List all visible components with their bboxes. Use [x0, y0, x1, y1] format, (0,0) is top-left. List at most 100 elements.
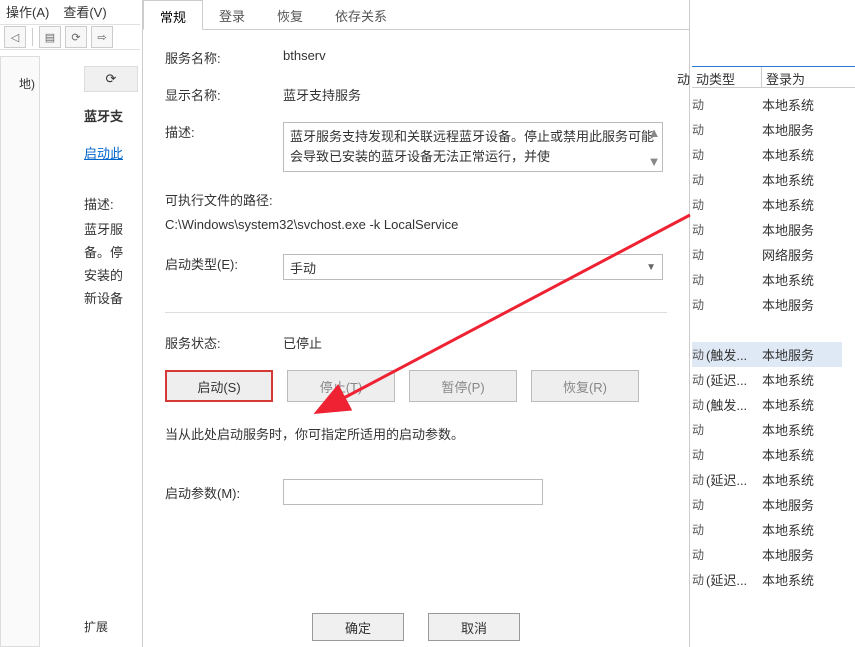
table-row[interactable]: 动本地服务 [692, 117, 842, 142]
stop-button: 停止(T) [287, 370, 395, 402]
properties-dialog: 常规 登录 恢复 依存关系 服务名称: bthserv 显示名称: 蓝牙支持服务… [142, 0, 690, 647]
cell-logon-as: 本地系统 [762, 445, 842, 464]
cell-status-cut: 动 [692, 371, 706, 388]
desc-label: 描述: [84, 194, 144, 213]
tree-node-cut[interactable]: 地) [19, 75, 35, 92]
exe-path-value: C:\Windows\system32\svchost.exe -k Local… [165, 217, 667, 232]
start-button[interactable]: 启动(S) [165, 370, 273, 402]
start-param-input[interactable] [283, 479, 543, 505]
cell-logon-as: 本地系统 [762, 195, 842, 214]
dialog-tabs: 常规 登录 恢复 依存关系 [143, 0, 689, 30]
cell-status-cut: 动 [692, 146, 706, 163]
cell-logon-as: 本地服务 [762, 120, 842, 139]
cell-startup-type: (延迟... [706, 370, 762, 389]
table-row[interactable]: 动 本地服务 [692, 292, 842, 317]
menu-action[interactable]: 操作(A) [6, 2, 49, 20]
resume-button: 恢复(R) [531, 370, 639, 402]
cell-status-cut: 动 [692, 346, 706, 363]
table-row[interactable]: 动(延迟...本地系统 [692, 567, 842, 592]
table-row[interactable]: 动(延迟...本地系统 [692, 467, 842, 492]
service-name-label: 服务名称: [165, 48, 283, 67]
cell-logon-as: 本地系统 [762, 395, 842, 414]
cell-logon-as: 本地系统 [762, 470, 842, 489]
table-row[interactable]: 动 本地系统 [692, 417, 842, 442]
cell-status-cut: 动 [692, 496, 706, 513]
table-row[interactable]: 动 本地系统 [692, 192, 842, 217]
table-row[interactable]: 动 本地系统 [692, 267, 842, 292]
tb-list-icon[interactable]: ▤ [39, 26, 61, 48]
table-row[interactable]: 动 网络服务 [692, 242, 842, 267]
table-row[interactable]: 动 本地系统 [692, 442, 842, 467]
table-row[interactable]: 动(延迟...本地系统 [692, 367, 842, 392]
table-row[interactable]: 动本地服务 [692, 217, 842, 242]
scrollbar[interactable]: ▲▼ [646, 123, 662, 171]
cell-logon-as: 本地服务 [762, 295, 842, 314]
table-row[interactable]: 动本地服务 [692, 492, 842, 517]
startup-type-combo[interactable]: 手动 ▼ [283, 254, 663, 280]
col-logon-as[interactable]: 登录为 [762, 67, 855, 87]
cell-status-cut: 动 [692, 96, 706, 113]
table-header: 动 动类型 登录为 [692, 66, 855, 88]
chevron-up-icon: ▲ [648, 123, 661, 143]
cell-logon-as: 本地系统 [762, 570, 842, 589]
tb-back-icon[interactable]: ◁ [4, 26, 26, 48]
chevron-down-icon: ▼ [648, 152, 661, 172]
cell-logon-as: 网络服务 [762, 245, 842, 264]
cancel-button[interactable]: 取消 [428, 613, 520, 641]
cell-status-cut: 动 [692, 246, 706, 263]
cell-startup-type: (触发... [706, 395, 762, 414]
menubar: 操作(A) 查看(V) [0, 0, 113, 22]
tab-general[interactable]: 常规 [143, 0, 203, 30]
cell-status-cut: 动 [692, 421, 706, 438]
table-row[interactable]: 动本地系统 [692, 92, 842, 117]
tab-deps[interactable]: 依存关系 [319, 0, 403, 30]
menu-view[interactable]: 查看(V) [63, 2, 106, 20]
left-detail-panel: ⟳ 蓝牙支 启动此 描述: 蓝牙服 备。停 安装的 新设备 扩展 [84, 66, 144, 311]
startup-type-value: 手动 [290, 258, 316, 277]
tb-export-icon[interactable]: ⇨ [91, 26, 113, 48]
cell-logon-as: 本地服务 [762, 545, 842, 564]
table-row[interactable]: 动(触发...本地系统 [692, 392, 842, 417]
chevron-down-icon: ▼ [646, 262, 656, 273]
tab-logon[interactable]: 登录 [203, 0, 261, 30]
table-row[interactable]: 动本地系统 [692, 167, 842, 192]
start-param-label: 启动参数(M): [165, 483, 265, 502]
desc-text-cut: 备。停 [84, 242, 144, 261]
cell-logon-as: 本地系统 [762, 420, 842, 439]
cell-logon-as: 本地系统 [762, 520, 842, 539]
table-row[interactable]: 动 本地系统 [692, 142, 842, 167]
cell-status-cut: 动 [692, 571, 706, 588]
col-cut: 动 [677, 69, 690, 88]
table-row[interactable]: 动本地系统 [692, 517, 842, 542]
exe-path-label: 可执行文件的路径: [165, 190, 667, 209]
tb-refresh-icon[interactable]: ⟳ [65, 26, 87, 48]
cell-status-cut: 动 [692, 296, 706, 313]
cell-startup-type: (触发... [706, 345, 762, 364]
start-link[interactable]: 启动此 [84, 143, 144, 162]
cell-status-cut: 动 [692, 221, 706, 238]
service-state-label: 服务状态: [165, 333, 283, 352]
desc-text-cut: 安装的 [84, 265, 144, 284]
cell-status-cut: 动 [692, 196, 706, 213]
pause-button: 暂停(P) [409, 370, 517, 402]
table-row[interactable]: 动 本地服务 [692, 542, 842, 567]
toolbar: ◁ ▤ ⟳ ⇨ [0, 24, 140, 50]
col-startup-type[interactable]: 动类型 [692, 67, 762, 87]
display-name-label: 显示名称: [165, 85, 283, 104]
description-label: 描述: [165, 122, 283, 141]
tab-recovery[interactable]: 恢复 [261, 0, 319, 30]
ext-tab[interactable]: 扩展 [84, 618, 108, 635]
cell-status-cut: 动 [692, 271, 706, 288]
ok-button[interactable]: 确定 [312, 613, 404, 641]
table-row[interactable] [692, 317, 842, 342]
cell-status-cut: 动 [692, 171, 706, 188]
cell-logon-as: 本地系统 [762, 270, 842, 289]
cell-status-cut: 动 [692, 546, 706, 563]
desc-text-cut: 蓝牙服 [84, 219, 144, 238]
divider [32, 28, 33, 46]
cell-status-cut: 动 [692, 446, 706, 463]
table-row[interactable]: 动(触发...本地服务 [692, 342, 842, 367]
panel-refresh-icon[interactable]: ⟳ [84, 66, 138, 92]
service-state-value: 已停止 [283, 333, 667, 352]
cell-logon-as: 本地系统 [762, 145, 842, 164]
